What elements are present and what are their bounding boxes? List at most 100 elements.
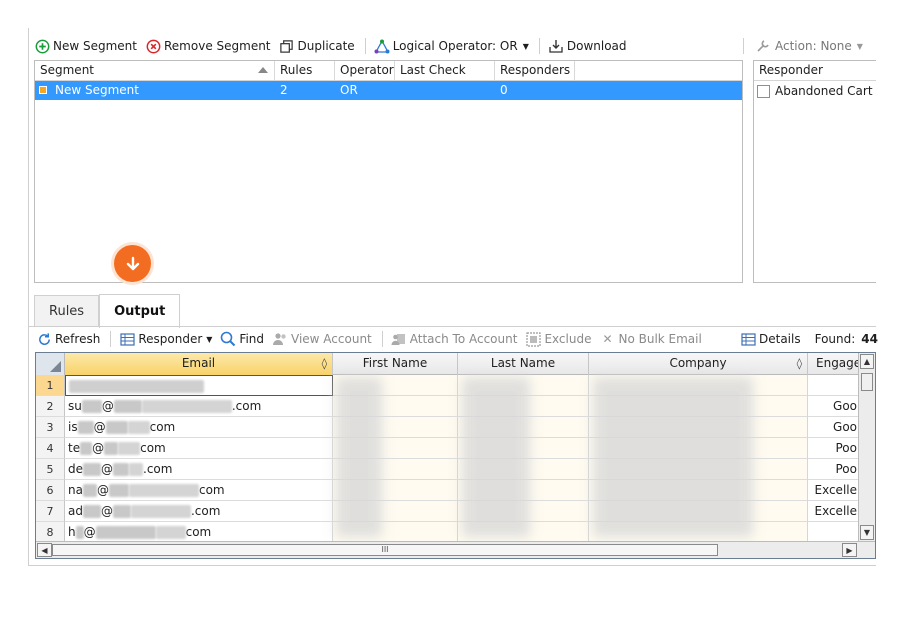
email-cell[interactable]: h @ com (65, 522, 333, 543)
redacted-text (130, 505, 191, 518)
redacted-text (129, 463, 143, 476)
duplicate-icon (279, 38, 295, 54)
logical-operator-dropdown[interactable]: Logical Operator: OR ▼ (374, 38, 529, 54)
tab-output[interactable]: Output (99, 294, 181, 328)
details-button[interactable]: Details (740, 331, 801, 347)
redacted-text (75, 526, 84, 539)
rules-cell: 2 (280, 83, 288, 97)
duplicate-label: Duplicate (297, 39, 355, 53)
redacted-text (128, 484, 199, 497)
operator-cell: OR (340, 83, 358, 97)
segment-row-selected[interactable]: New Segment 2 OR 0 (35, 81, 742, 100)
responder-item-label: Abandoned Cart and (775, 84, 876, 98)
chevron-down-icon: ▼ (856, 41, 863, 51)
horizontal-scroll-thumb[interactable]: III (52, 544, 718, 556)
redacted-text (104, 442, 119, 455)
email-cell[interactable]: su @ .com (65, 396, 333, 417)
engagement-cell[interactable]: Poo (808, 459, 860, 480)
vertical-scrollbar[interactable]: ▲ ▼ (858, 353, 875, 541)
email-cell[interactable]: de @ .com (65, 459, 333, 480)
column-header-operator[interactable]: Operator (335, 61, 395, 81)
redacted-text (69, 380, 204, 393)
new-segment-button[interactable]: New Segment (34, 38, 137, 54)
row-number[interactable]: 4 (36, 438, 65, 459)
engagement-cell[interactable]: Goo (808, 396, 860, 417)
column-header-segment[interactable]: Segment (35, 61, 275, 81)
remove-segment-button[interactable]: Remove Segment (145, 38, 271, 54)
engagement-cell[interactable]: Excelle (808, 480, 860, 501)
chevron-down-icon: ▼ (206, 334, 213, 344)
engagement-cell[interactable] (808, 375, 860, 396)
action-dropdown[interactable]: Action: None ▼ (756, 36, 863, 56)
find-button[interactable]: Find (220, 331, 264, 347)
redacted-text (82, 484, 97, 497)
engagement-cell[interactable]: Poo (808, 438, 860, 459)
refresh-button[interactable]: Refresh (36, 331, 100, 347)
scroll-right-icon[interactable]: ▶ (842, 543, 857, 557)
row-number[interactable]: 2 (36, 396, 65, 417)
view-account-label: View Account (291, 332, 372, 346)
row-number[interactable]: 8 (36, 522, 65, 543)
last-check-cell (395, 81, 495, 101)
add-circle-icon (34, 38, 50, 54)
column-header-last-check[interactable]: Last Check (395, 61, 495, 81)
responder-item[interactable]: Abandoned Cart and (754, 81, 876, 101)
column-header-company[interactable]: Company ◊ (589, 353, 808, 375)
scroll-left-icon[interactable]: ◀ (37, 543, 52, 557)
vertical-scroll-thumb[interactable] (861, 373, 873, 391)
exclude-button[interactable]: Exclude (525, 331, 591, 347)
redacted-first-names (336, 377, 382, 537)
close-icon: ✕ (602, 332, 613, 346)
attach-to-account-button[interactable]: Attach To Account (391, 331, 518, 347)
engagement-cell[interactable]: Excelle (808, 501, 860, 522)
scroll-up-icon[interactable]: ▲ (860, 354, 874, 369)
scroll-down-icon[interactable]: ▼ (860, 525, 874, 540)
segment-icon (39, 85, 47, 94)
redacted-text (155, 526, 186, 539)
responder-dropdown[interactable]: Responder ▼ (119, 331, 212, 347)
column-header-responders[interactable]: Responders (495, 61, 575, 81)
segment-toolbar: New Segment Remove Segment Duplicate Log… (34, 36, 635, 56)
responder-checkbox[interactable] (757, 84, 770, 98)
exclude-icon (525, 331, 541, 347)
column-header-rules[interactable]: Rules (275, 61, 335, 81)
email-cell[interactable] (65, 375, 333, 396)
bottom-tabs: Rules Output (34, 293, 181, 328)
select-all-corner[interactable] (36, 353, 65, 375)
responder-column-header[interactable]: Responder (754, 61, 876, 81)
output-grid: Email ◊ First Name Last Name Company ◊ E… (35, 352, 876, 559)
redacted-text (80, 442, 93, 455)
responder-panel: Responder Abandoned Cart and (753, 60, 876, 283)
email-cell[interactable]: ad @ .com (65, 501, 333, 522)
duplicate-button[interactable]: Duplicate (279, 38, 355, 54)
attach-to-account-label: Attach To Account (409, 332, 518, 346)
column-header-engagement[interactable]: Engager (808, 353, 860, 375)
email-cell[interactable]: na @ com (65, 480, 333, 501)
no-bulk-email-button[interactable]: ✕ No Bulk Email (599, 331, 701, 347)
grid-icon (119, 331, 135, 347)
toolbar-separator (538, 38, 540, 54)
tab-rules[interactable]: Rules (34, 295, 100, 327)
download-button[interactable]: Download (548, 38, 627, 54)
redacted-text (77, 421, 94, 434)
email-cell[interactable]: te @ com (65, 438, 333, 459)
output-toolbar: Refresh Responder ▼ Find View Account At… (36, 330, 710, 348)
column-header-first-name[interactable]: First Name (333, 353, 458, 375)
column-header-email[interactable]: Email ◊ (65, 353, 333, 375)
horizontal-scrollbar[interactable]: ◀ III ▶ (36, 541, 875, 558)
engagement-cell[interactable]: Goo (808, 417, 860, 438)
find-label: Find (239, 332, 265, 346)
row-number[interactable]: 7 (36, 501, 65, 522)
view-account-button[interactable]: View Account (272, 331, 372, 347)
email-cell[interactable]: is @ com (65, 417, 333, 438)
sort-icon: ◊ (321, 357, 327, 370)
found-label: Found: (814, 332, 856, 346)
row-number[interactable]: 6 (36, 480, 65, 501)
row-number[interactable]: 3 (36, 417, 65, 438)
row-number[interactable]: 5 (36, 459, 65, 480)
column-header-last-name[interactable]: Last Name (458, 353, 589, 375)
engagement-cell[interactable] (808, 522, 860, 543)
row-number[interactable]: 1 (36, 375, 65, 396)
redacted-text (141, 400, 232, 413)
action-label: Action: None (775, 39, 852, 53)
